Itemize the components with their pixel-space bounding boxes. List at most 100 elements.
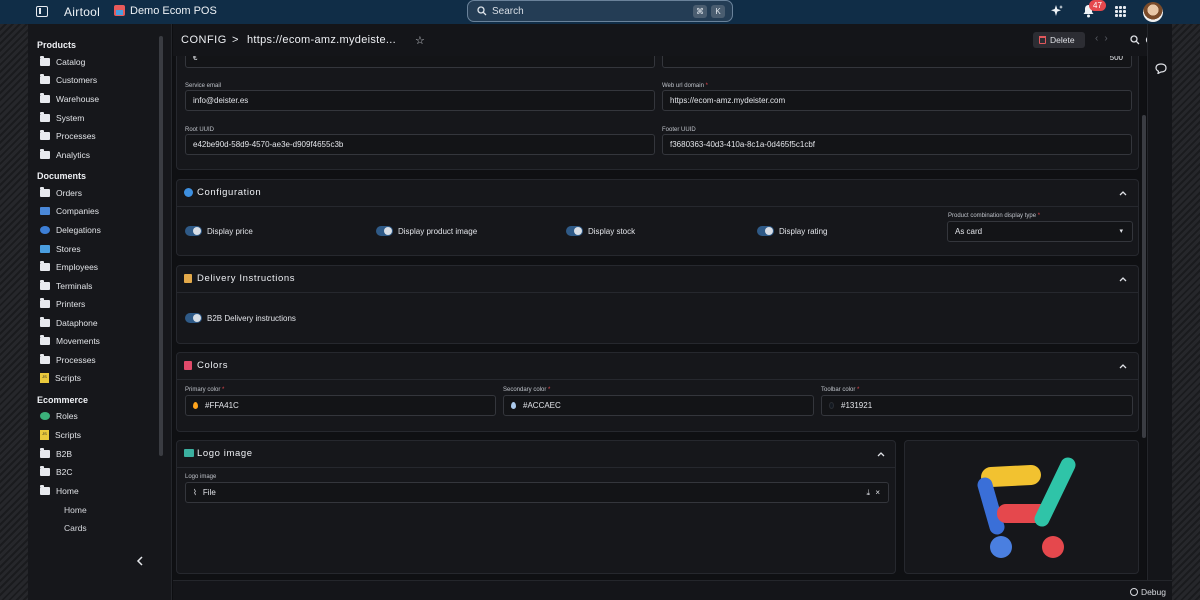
folder-icon [40,56,50,66]
sidebar-item-catalog[interactable]: Catalog [40,56,85,68]
search-bar[interactable]: Search ⌘ K [467,0,733,22]
switch-on[interactable] [566,226,583,236]
sidebar-item-terminals[interactable]: Terminals [40,280,92,292]
sidebar-section-documents[interactable]: Documents [37,171,86,181]
folder-icon [40,261,50,271]
toggle-display-rating[interactable]: Display rating [757,226,827,236]
sidebar-item-label: B2B [56,449,73,459]
js-file-icon: JS [40,430,49,440]
logo-preview [904,440,1139,574]
sidebar-item-analytics[interactable]: Analytics [40,149,90,161]
footer-uuid-value: f3680363-40d3-410a-8c1a-0d465f5c1cbf [670,140,816,149]
sidebar-item-processes-docs[interactable]: Processes [40,354,96,366]
delivery-card: Delivery Instructions B2B Delivery instr… [176,265,1139,344]
sidebar-item-customers[interactable]: Customers [40,74,97,86]
delete-button[interactable]: Delete [1033,32,1085,48]
toggle-display-product-image[interactable]: Display product image [376,226,477,236]
avatar[interactable] [1143,2,1163,22]
switch-on[interactable] [185,226,202,236]
chevron-left-icon[interactable] [135,556,145,566]
configuration-card: Configuration Display price Display prod… [176,179,1139,256]
number-field[interactable]: 500 [662,56,1132,68]
sidebar-item-delegations[interactable]: Delegations [40,224,101,236]
sidebar-subitem-home[interactable]: Home [64,505,87,515]
color-drop-icon [193,402,198,409]
toggle-label: Display product image [398,226,478,236]
switch-on[interactable] [185,313,202,323]
sidebar-item-stores[interactable]: Stores [40,243,81,255]
logo-file-field[interactable]: ⌇ File ⤓ × [185,482,889,503]
root-uuid-field[interactable]: e42be90d-58d9-4570-ae3e-d909f4655c3b [185,134,655,155]
primary-color-field[interactable]: #FFA41C [185,395,496,416]
sidebar-section-ecommerce[interactable]: Ecommerce [37,395,88,405]
divider [177,292,1138,293]
sidebar-item-printers[interactable]: Printers [40,298,85,310]
chevron-up-icon[interactable] [1119,189,1127,197]
display-type-select[interactable]: As card ▾ [947,221,1133,242]
search-icon[interactable] [1130,35,1140,45]
sidebar-item-b2c[interactable]: B2C [40,466,73,478]
sidebar-item-roles[interactable]: Roles [40,410,78,422]
sidebar-item-label: Home [56,486,79,496]
sidebar-item-employees[interactable]: Employees [40,261,98,273]
sidebar-item-label: Roles [56,411,78,421]
general-card: € 500 Service email info@deister.es Web … [176,56,1139,170]
sidebar-item-label: Processes [56,131,96,141]
sidebar-item-system[interactable]: System [40,112,84,124]
page-title: https://ecom-amz.mydeiste... [247,34,396,46]
footer-uuid-field[interactable]: f3680363-40d3-410a-8c1a-0d465f5c1cbf [662,134,1132,155]
sidebar-item-processes[interactable]: Processes [40,130,96,142]
sidebar-item-home[interactable]: Home [40,485,79,497]
service-email-field[interactable]: info@deister.es [185,90,655,111]
sidebar-item-label: Printers [56,299,86,309]
sparkle-icon[interactable] [1050,4,1064,18]
download-icon[interactable]: ⤓ [866,488,870,498]
sidebar-section-products[interactable]: Products [37,40,76,50]
star-icon[interactable]: ☆ [415,34,425,47]
sidebar-item-companies[interactable]: Companies [40,205,99,217]
display-type-value: As card [955,227,983,236]
content-scrollbar[interactable] [1142,115,1146,438]
sidebar-item-label: Movements [56,336,100,346]
comment-icon[interactable] [1155,63,1167,74]
clear-icon[interactable]: × [875,488,880,497]
logo-card: Logo image Logo image ⌇ File ⤓ × [176,440,896,574]
breadcrumb-root[interactable]: CONFIG [181,34,227,46]
switch-on[interactable] [376,226,393,236]
sidebar-subitem-cards[interactable]: Cards [64,523,87,533]
record-nav-arrows[interactable]: ‹› [1095,33,1114,44]
store-icon [40,245,50,253]
sidebar-item-label: System [56,113,85,123]
store-name[interactable]: Demo Ecom POS [130,5,217,17]
sidebar-toggle-icon[interactable] [36,6,48,17]
switch-on[interactable] [757,226,774,236]
chevron-up-icon[interactable] [1119,362,1127,370]
sidebar-item-b2b[interactable]: B2B [40,448,72,460]
toolbar-color-field[interactable]: #131921 [821,395,1133,416]
sidebar-item-scripts[interactable]: JS Scripts [40,372,81,384]
currency-field[interactable]: € [185,56,655,68]
sidebar-scrollbar[interactable] [159,36,163,456]
sidebar-item-orders[interactable]: Orders [40,187,82,199]
bug-icon [1129,588,1138,596]
toggle-display-stock[interactable]: Display stock [566,226,635,236]
web-url-label: Web url domain * [662,83,708,89]
primary-color-label: Primary color * [185,387,225,393]
delete-label: Delete [1050,35,1075,45]
debug-button[interactable]: Debug [1129,587,1166,597]
sidebar-item-scripts-ecom[interactable]: JS Scripts [40,429,81,441]
sidebar-item-label: Companies [56,206,99,216]
secondary-color-field[interactable]: #ACCAEC [503,395,814,416]
web-url-field[interactable]: https://ecom-amz.mydeister.com [662,90,1132,111]
sidebar-item-warehouse[interactable]: Warehouse [40,93,99,105]
sidebar-item-dataphone[interactable]: Dataphone [40,317,98,329]
toggle-display-price[interactable]: Display price [185,226,253,236]
toggle-b2b-delivery[interactable]: B2B Delivery instructions [185,313,296,323]
apps-grid-icon[interactable] [1115,6,1126,17]
secondary-color-label: Secondary color * [503,387,551,393]
chevron-up-icon[interactable] [1119,275,1127,283]
sidebar-item-movements[interactable]: Movements [40,335,100,347]
roles-icon [40,412,50,420]
folder-icon [40,485,50,495]
chevron-up-icon[interactable] [877,450,885,458]
